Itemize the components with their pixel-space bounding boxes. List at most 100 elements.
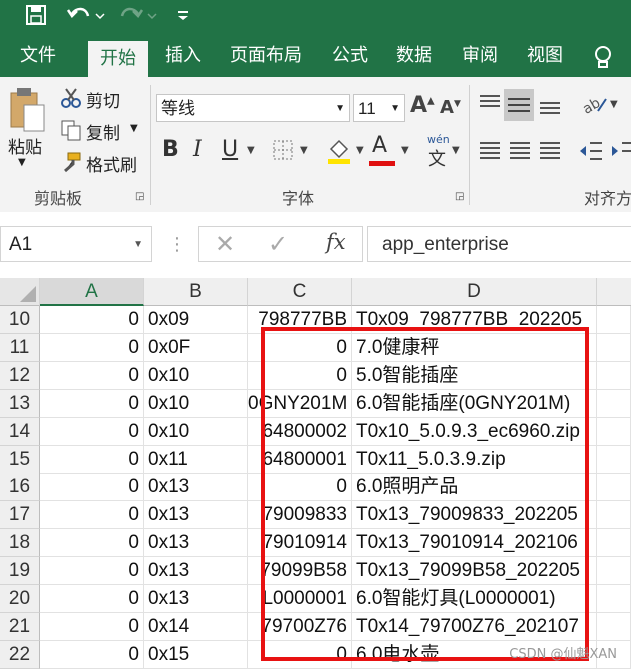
chevron-down-icon[interactable]: ▼ bbox=[247, 145, 255, 156]
copy-icon[interactable] bbox=[60, 119, 82, 141]
redo-icon[interactable] bbox=[118, 4, 158, 26]
column-header-e[interactable] bbox=[597, 278, 631, 306]
paste-dropdown-icon[interactable]: ▼ bbox=[18, 157, 26, 168]
row-header[interactable]: 20 bbox=[0, 585, 40, 613]
cell-e[interactable] bbox=[597, 390, 631, 418]
copy-button[interactable]: 复制 bbox=[86, 119, 120, 144]
tab-insert[interactable]: 插入 bbox=[165, 31, 201, 77]
cell-c[interactable]: 0 bbox=[248, 334, 352, 362]
row-header[interactable]: 19 bbox=[0, 557, 40, 585]
row-header[interactable]: 10 bbox=[0, 306, 40, 334]
cell-d[interactable]: T0x13_79099B58_202205 bbox=[352, 557, 597, 585]
tab-data[interactable]: 数据 bbox=[396, 31, 432, 77]
undo-icon[interactable] bbox=[66, 4, 106, 26]
cell-e[interactable] bbox=[597, 529, 631, 557]
cell-d[interactable]: 6.0照明产品 bbox=[352, 473, 597, 501]
save-icon[interactable] bbox=[25, 4, 47, 26]
cell-e[interactable] bbox=[597, 418, 631, 446]
cell-c[interactable]: 0 bbox=[248, 641, 352, 669]
format-painter-icon[interactable] bbox=[60, 151, 82, 173]
cell-a[interactable]: 0 bbox=[40, 446, 144, 474]
row-header[interactable]: 18 bbox=[0, 529, 40, 557]
chevron-down-icon[interactable]: ▼ bbox=[300, 145, 308, 156]
cell-b[interactable]: 0x13 bbox=[144, 501, 248, 529]
cell-a[interactable]: 0 bbox=[40, 390, 144, 418]
align-middle-button[interactable] bbox=[504, 89, 534, 121]
chevron-down-icon[interactable]: ▼ bbox=[452, 145, 460, 156]
cell-b[interactable]: 0x13 bbox=[144, 557, 248, 585]
cell-e[interactable] bbox=[597, 334, 631, 362]
cell-c[interactable]: 64800001 bbox=[248, 446, 352, 474]
cell-a[interactable]: 0 bbox=[40, 473, 144, 501]
customize-qat-icon[interactable] bbox=[176, 8, 190, 22]
cell-d[interactable]: T0x09_798777BB_202205 bbox=[352, 306, 597, 334]
underline-icon[interactable]: U bbox=[222, 137, 238, 162]
tab-formulas[interactable]: 公式 bbox=[332, 31, 368, 77]
align-top-icon[interactable] bbox=[478, 93, 502, 115]
cell-e[interactable] bbox=[597, 473, 631, 501]
cell-d[interactable]: T0x14_79700Z76_202107 bbox=[352, 613, 597, 641]
cut-button[interactable]: 剪切 bbox=[86, 87, 120, 112]
row-header[interactable]: 13 bbox=[0, 390, 40, 418]
align-center-icon[interactable] bbox=[508, 139, 532, 163]
row-header[interactable]: 14 bbox=[0, 418, 40, 446]
increase-indent-icon[interactable] bbox=[610, 139, 631, 163]
cell-c[interactable]: L0000001 bbox=[248, 585, 352, 613]
align-left-icon[interactable] bbox=[478, 139, 502, 163]
cell-b[interactable]: 0x10 bbox=[144, 362, 248, 390]
cell-c[interactable]: 64800002 bbox=[248, 418, 352, 446]
cell-b[interactable]: 0x14 bbox=[144, 613, 248, 641]
increase-font-icon[interactable]: A▲ bbox=[410, 93, 435, 118]
cell-a[interactable]: 0 bbox=[40, 306, 144, 334]
column-header-b[interactable]: B bbox=[144, 278, 248, 306]
row-header[interactable]: 16 bbox=[0, 473, 40, 501]
phonetic-icon[interactable]: 文 bbox=[428, 145, 446, 171]
row-header[interactable]: 17 bbox=[0, 501, 40, 529]
cell-a[interactable]: 0 bbox=[40, 501, 144, 529]
cell-c[interactable]: 0 bbox=[248, 362, 352, 390]
cell-a[interactable]: 0 bbox=[40, 641, 144, 669]
paste-icon[interactable] bbox=[8, 85, 48, 133]
cell-d[interactable]: T0x13_79010914_202106 bbox=[352, 529, 597, 557]
cell-b[interactable]: 0x10 bbox=[144, 390, 248, 418]
paste-label[interactable]: 粘贴 bbox=[8, 133, 42, 158]
cell-c[interactable]: 79009833 bbox=[248, 501, 352, 529]
cell-e[interactable] bbox=[597, 585, 631, 613]
name-box[interactable]: A1 ▼ bbox=[0, 226, 152, 262]
cell-e[interactable] bbox=[597, 501, 631, 529]
font-size-combo[interactable]: 11 ▼ bbox=[353, 94, 405, 122]
cell-e[interactable] bbox=[597, 362, 631, 390]
cell-b[interactable]: 0x11 bbox=[144, 446, 248, 474]
row-header[interactable]: 12 bbox=[0, 362, 40, 390]
tab-page-layout[interactable]: 页面布局 bbox=[230, 31, 302, 77]
orientation-icon[interactable]: ab bbox=[580, 91, 608, 117]
row-header[interactable]: 11 bbox=[0, 334, 40, 362]
cell-d[interactable]: 6.0智能灯具(L0000001) bbox=[352, 585, 597, 613]
row-header[interactable]: 15 bbox=[0, 446, 40, 474]
cell-b[interactable]: 0x10 bbox=[144, 418, 248, 446]
cell-b[interactable]: 0x09 bbox=[144, 306, 248, 334]
copy-dropdown-icon[interactable]: ▼ bbox=[130, 123, 138, 134]
decrease-indent-icon[interactable] bbox=[578, 139, 604, 163]
column-header-c[interactable]: C bbox=[248, 278, 352, 306]
chevron-down-icon[interactable]: ▼ bbox=[610, 99, 618, 110]
cell-c[interactable]: 0GNY201M bbox=[248, 390, 352, 418]
tab-file[interactable]: 文件 bbox=[20, 31, 56, 77]
clipboard-launcher-icon[interactable]: ◲ bbox=[135, 191, 144, 202]
row-header[interactable]: 22 bbox=[0, 641, 40, 669]
cell-d[interactable]: T0x10_5.0.9.3_ec6960.zip bbox=[352, 418, 597, 446]
cell-a[interactable]: 0 bbox=[40, 613, 144, 641]
italic-icon[interactable]: I bbox=[193, 137, 202, 162]
column-header-d[interactable]: D bbox=[352, 278, 597, 306]
cell-b[interactable]: 0x13 bbox=[144, 529, 248, 557]
tab-review[interactable]: 审阅 bbox=[462, 31, 498, 77]
align-right-icon[interactable] bbox=[538, 139, 562, 163]
cell-a[interactable]: 0 bbox=[40, 557, 144, 585]
cell-e[interactable] bbox=[597, 306, 631, 334]
insert-function-icon[interactable]: fx bbox=[326, 230, 346, 254]
cell-c[interactable]: 0 bbox=[248, 473, 352, 501]
cell-e[interactable] bbox=[597, 557, 631, 585]
font-color-icon[interactable]: A bbox=[372, 133, 387, 158]
cell-d[interactable]: 7.0健康秤 bbox=[352, 334, 597, 362]
row-header[interactable]: 21 bbox=[0, 613, 40, 641]
